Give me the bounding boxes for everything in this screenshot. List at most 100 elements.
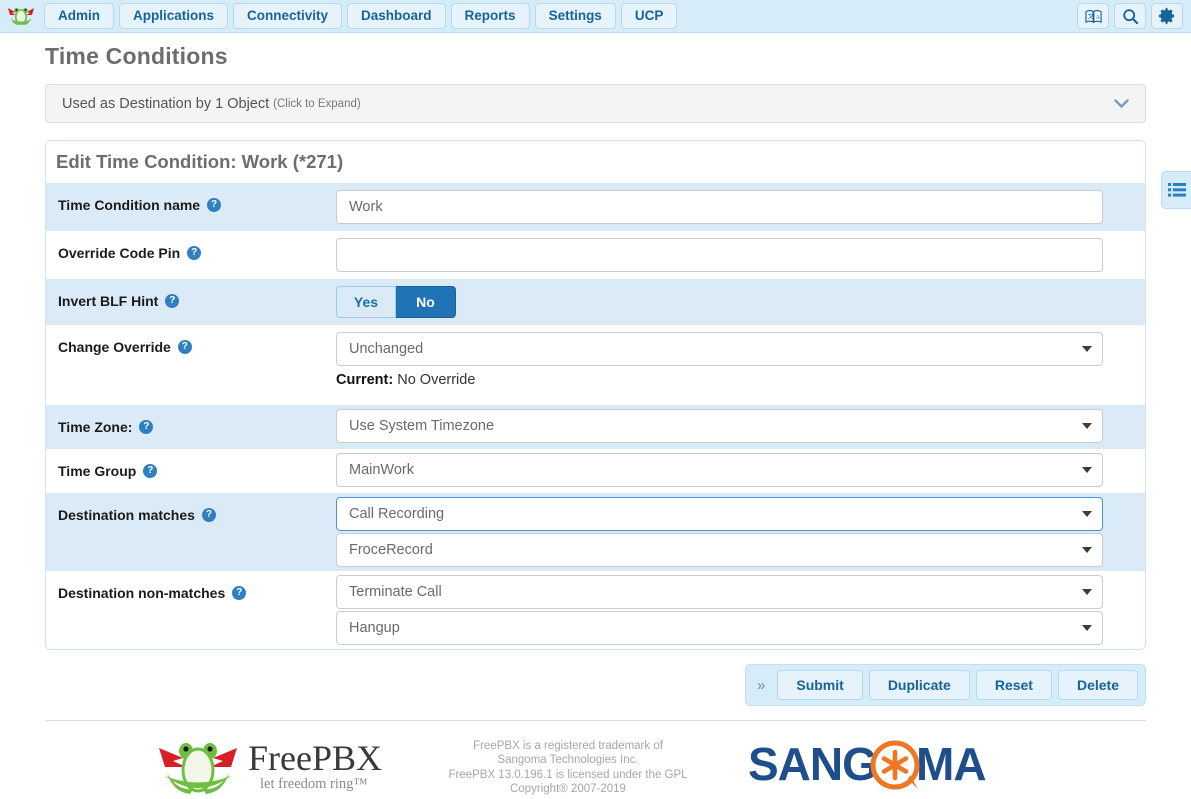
nav-item-applications[interactable]: Applications <box>119 2 229 30</box>
nav-item-reports[interactable]: Reports <box>450 2 530 30</box>
help-icon[interactable]: ? <box>187 246 202 260</box>
control-time-condition-name <box>336 183 1145 231</box>
svg-text:A: A <box>1095 13 1100 20</box>
destination-non-matches-sub-value: Hangup <box>349 620 400 636</box>
label-time-group: Time Group ? <box>46 449 336 479</box>
chevron-down-icon <box>1082 547 1092 553</box>
duplicate-button[interactable]: Duplicate <box>868 670 970 700</box>
help-icon[interactable]: ? <box>201 508 216 522</box>
label-change-override: Change Override ? <box>46 325 336 355</box>
control-time-group: MainWork <box>336 449 1145 491</box>
chevron-down-icon <box>1082 589 1092 595</box>
action-bar: » Submit Duplicate Reset Delete <box>20 664 1146 706</box>
footer-line-4: Copyright® 2007-2019 <box>510 783 626 795</box>
form-row-override-code-pin: Override Code Pin ? <box>46 231 1145 279</box>
edit-time-condition-panel: Edit Time Condition: Work (*271) Time Co… <box>45 140 1146 650</box>
chevron-down-icon[interactable] <box>1114 95 1129 112</box>
sangoma-logo: SANG MA <box>748 738 1038 796</box>
help-icon[interactable]: ? <box>207 198 222 212</box>
gear-icon[interactable] <box>1151 3 1183 29</box>
current-label: Current: <box>336 372 394 388</box>
time-group-select-wrap: MainWork <box>336 453 1103 487</box>
control-change-override: Unchanged Current: No Override <box>336 325 1145 405</box>
help-icon[interactable]: ? <box>165 294 180 308</box>
label-invert-blf-hint: Invert BLF Hint ? <box>46 279 336 309</box>
label-text: Invert BLF Hint <box>58 293 159 309</box>
destination-matches-select[interactable]: Call Recording <box>336 497 1103 531</box>
search-icon[interactable] <box>1114 3 1146 29</box>
form-row-time-condition-name: Time Condition name ? <box>46 183 1145 231</box>
panel-title: Edit Time Condition: Work (*271) <box>56 151 344 172</box>
footer-divider <box>45 720 1146 721</box>
action-bar-inner: » Submit Duplicate Reset Delete <box>745 664 1146 706</box>
page-body: Time Conditions Used as Destination by 1… <box>0 43 1191 721</box>
svg-text:MA: MA <box>916 739 986 790</box>
footer-line-1: FreePBX is a registered trademark of <box>473 739 663 752</box>
change-override-select-wrap: Unchanged <box>336 332 1103 366</box>
footer-line-3: FreePBX 13.0.196.1 is licensed under the… <box>448 768 688 781</box>
footer-line-2: Sangoma Technologies Inc. <box>497 754 639 766</box>
submit-button[interactable]: Submit <box>777 670 863 700</box>
form-row-invert-blf-hint: Invert BLF Hint ? Yes No <box>46 279 1145 325</box>
help-icon[interactable]: ? <box>177 340 192 354</box>
time-group-value: MainWork <box>349 462 414 478</box>
page-title: Time Conditions <box>45 43 228 69</box>
invert-blf-hint-toggle: Yes No <box>336 286 1103 318</box>
nav-item-connectivity[interactable]: Connectivity <box>233 2 343 30</box>
label-text: Destination matches <box>58 507 195 523</box>
label-text: Time Group <box>58 463 137 479</box>
chevron-down-icon <box>1082 423 1092 429</box>
footer-legal-text: FreePBX is a registered trademark of San… <box>448 739 687 797</box>
form-row-destination-non-matches: Destination non-matches ? Terminate Call… <box>46 571 1145 649</box>
destination-non-matches-select[interactable]: Terminate Call <box>336 575 1103 609</box>
label-text: Override Code Pin <box>58 245 181 261</box>
nav-item-admin[interactable]: Admin <box>44 2 114 30</box>
form-row-change-override: Change Override ? Unchanged Current: No … <box>46 325 1145 405</box>
list-menu-icon[interactable] <box>1161 171 1191 209</box>
chevron-down-icon <box>1082 346 1092 352</box>
help-icon[interactable]: ? <box>139 420 154 434</box>
help-icon[interactable]: ? <box>143 464 158 478</box>
form-row-time-group: Time Group ? MainWork <box>46 449 1145 493</box>
svg-text:FreePBX: FreePBX <box>248 738 382 778</box>
destination-matches-sub-select[interactable]: FroceRecord <box>336 533 1103 567</box>
chevron-down-icon <box>1082 511 1092 517</box>
chevron-down-icon <box>1082 467 1092 473</box>
control-override-code-pin <box>336 231 1145 279</box>
nav-item-dashboard[interactable]: Dashboard <box>347 2 446 30</box>
form-row-time-zone: Time Zone: ? Use System Timezone <box>46 405 1145 449</box>
navbar-right-icons: 文 A <box>1077 3 1183 29</box>
expand-actions-icon[interactable]: » <box>753 677 771 694</box>
form-row-destination-matches: Destination matches ? Call Recording Fro… <box>46 493 1145 571</box>
destination-matches-primary-wrap: Call Recording <box>336 497 1103 531</box>
change-override-select[interactable]: Unchanged <box>336 332 1103 366</box>
destination-matches-sub-value: FroceRecord <box>349 542 433 558</box>
time-condition-name-input[interactable] <box>336 190 1103 224</box>
invert-blf-hint-option-no[interactable]: No <box>396 286 456 318</box>
time-zone-select-wrap: Use System Timezone <box>336 409 1103 443</box>
label-time-zone: Time Zone: ? <box>46 405 336 435</box>
label-text: Change Override <box>58 339 171 355</box>
invert-blf-hint-option-yes[interactable]: Yes <box>336 286 396 318</box>
time-zone-select[interactable]: Use System Timezone <box>336 409 1103 443</box>
time-group-select[interactable]: MainWork <box>336 453 1103 487</box>
change-override-current-note: Current: No Override <box>336 366 1103 398</box>
destination-non-matches-primary-wrap: Terminate Call <box>336 575 1103 609</box>
destination-non-matches-value: Terminate Call <box>349 584 442 600</box>
nav-item-settings[interactable]: Settings <box>534 2 616 30</box>
delete-button[interactable]: Delete <box>1057 670 1138 700</box>
override-code-pin-input[interactable] <box>336 238 1103 272</box>
control-invert-blf-hint: Yes No <box>336 279 1145 325</box>
help-icon[interactable]: ? <box>232 586 247 600</box>
chevron-down-icon <box>1082 625 1092 631</box>
control-time-zone: Use System Timezone <box>336 405 1145 447</box>
used-as-destination-bar[interactable]: Used as Destination by 1 Object (Click t… <box>45 84 1146 123</box>
freepbx-logo: FreePBX let freedom ring™ <box>153 734 388 799</box>
language-icon[interactable]: 文 A <box>1077 3 1109 29</box>
used-as-destination-text: Used as Destination by 1 Object <box>62 95 270 112</box>
destination-non-matches-sub-select[interactable]: Hangup <box>336 611 1103 645</box>
freepbx-frog-logo-icon[interactable] <box>4 3 38 29</box>
reset-button[interactable]: Reset <box>975 670 1052 700</box>
nav-item-ucp[interactable]: UCP <box>620 2 678 30</box>
label-text: Time Zone: <box>58 419 133 435</box>
